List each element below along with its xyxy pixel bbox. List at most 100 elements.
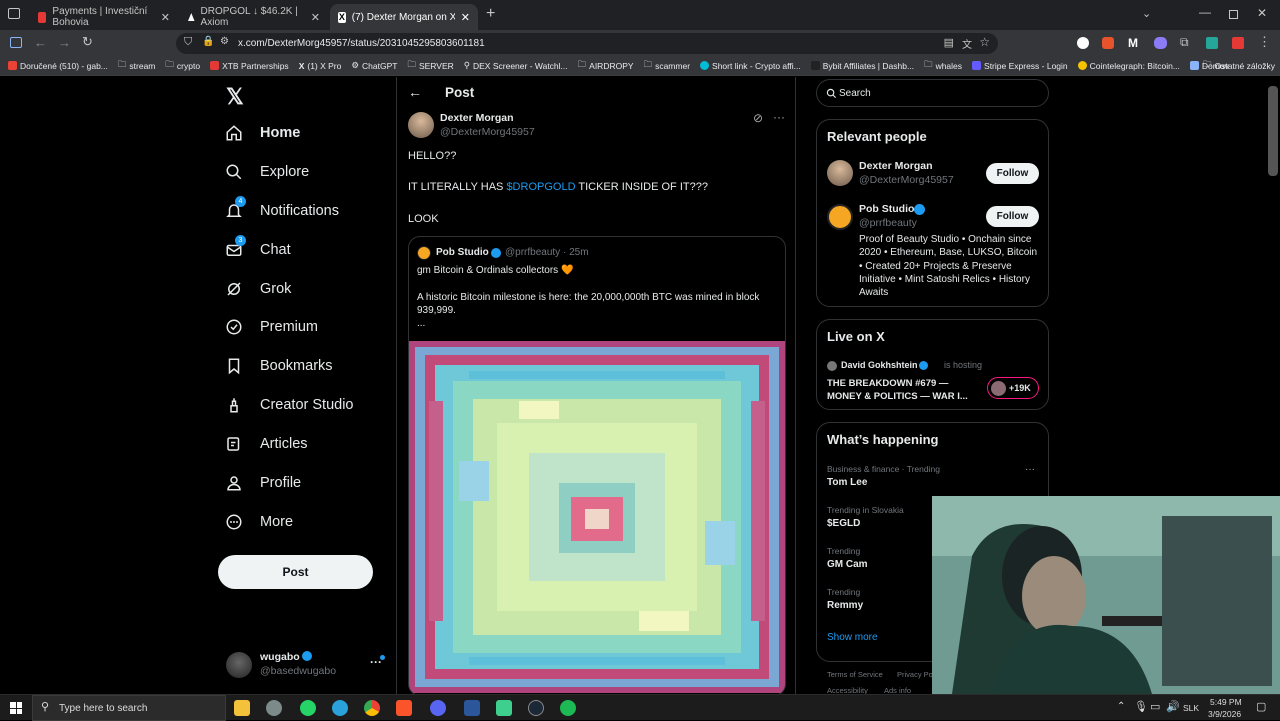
lock-icon[interactable]: 🔒 [202, 36, 214, 47]
page-scrollbar[interactable] [1268, 86, 1278, 176]
trend-menu-icon[interactable]: ··· [1025, 464, 1035, 475]
bookmark-folder[interactable]: 🗀 scammer [644, 59, 690, 73]
post-menu-icon[interactable]: ··· [773, 110, 785, 124]
post-button[interactable]: Post [218, 555, 373, 589]
extensions-puzzle-icon[interactable]: ⧉ [1180, 35, 1189, 50]
author-avatar[interactable] [408, 112, 434, 138]
author-handle[interactable]: @DexterMorg45957 [440, 126, 535, 138]
bookmark-folder[interactable]: 🗀 crypto [165, 59, 200, 73]
close-tab-icon[interactable]: ✕ [461, 11, 470, 24]
person-handle[interactable]: @DexterMorg45957 [859, 174, 954, 186]
bookmark-folder[interactable]: 🗀 stream [118, 59, 156, 73]
nav-premium[interactable]: Premium [224, 317, 318, 337]
tab-x-post[interactable]: X (7) Dexter Morgan on X: "HELLO ✕ [330, 4, 478, 30]
workspaces-icon[interactable] [10, 37, 22, 48]
person-avatar[interactable] [827, 204, 853, 230]
footer-link[interactable]: Privacy Po [897, 670, 933, 679]
bookmark-item[interactable]: Short link - Crypto affi... [700, 61, 801, 71]
close-tab-icon[interactable]: ✕ [161, 11, 170, 24]
bookmark-item[interactable]: ⚲ DEX Screener - Watchl... [464, 60, 568, 71]
tab-dropgol[interactable]: DROPGOL ↓ $46.2K | Axiom ✕ [180, 4, 328, 30]
quoted-post[interactable]: Pob Studio @prrfbeauty · 25m gm Bitcoin … [408, 236, 786, 696]
nav-more[interactable]: More [224, 512, 293, 532]
clock-time[interactable]: 5:49 PM [1210, 697, 1242, 707]
telegram-icon[interactable] [332, 700, 348, 716]
bookmark-folder[interactable]: 🗀 whales [924, 59, 962, 73]
search-box[interactable]: Search [816, 79, 1049, 107]
favorite-star-icon[interactable]: ☆ [979, 35, 990, 49]
nav-creator-studio[interactable]: Creator Studio [224, 395, 354, 415]
follow-button[interactable]: Follow [986, 163, 1039, 184]
spotify-icon[interactable] [560, 700, 576, 716]
clock-date[interactable]: 3/9/2026 [1208, 709, 1241, 719]
bookmark-folder[interactable]: 🗀 AIRDROPY [578, 59, 634, 73]
microphone-icon[interactable]: 🎙 [1134, 700, 1148, 713]
bookmark-item[interactable]: Bybit Affiliates | Dashb... [810, 61, 914, 71]
live-host-name[interactable]: David Gokhshtein [841, 360, 918, 370]
notifications-icon[interactable]: ▢ [1256, 700, 1266, 713]
bookmark-folder[interactable]: 🗀 SERVER [407, 59, 453, 73]
grok-explain-icon[interactable]: ⊘ [753, 111, 763, 125]
nav-profile[interactable]: Profile [224, 473, 301, 493]
extension-icon[interactable] [1102, 37, 1114, 49]
chrome-icon[interactable] [364, 700, 380, 716]
extension-icon[interactable] [1154, 37, 1167, 49]
quote-image[interactable] [409, 341, 785, 693]
brave-icon[interactable] [396, 700, 412, 716]
close-window-button[interactable]: ✕ [1257, 6, 1267, 20]
taskbar-search[interactable]: ⚲ Type here to search [32, 695, 226, 721]
app-icon[interactable] [496, 700, 512, 716]
person-name[interactable]: Pob Studio [859, 203, 914, 215]
new-tab-button[interactable]: + [486, 5, 495, 23]
translate-icon[interactable]: 文 [962, 36, 972, 51]
nav-bookmarks[interactable]: Bookmarks [224, 356, 333, 376]
cashtag-link[interactable]: $DROPGOLD [506, 181, 575, 193]
reader-icon[interactable]: ▤ [944, 36, 954, 49]
show-more-link[interactable]: Show more [827, 632, 878, 643]
person-avatar[interactable] [827, 160, 853, 186]
x-logo-icon[interactable]: 𝕏 [226, 84, 244, 110]
forward-icon[interactable]: → [58, 35, 71, 50]
bookmark-item[interactable]: XTB Partnerships [210, 61, 289, 71]
tray-chevron-icon[interactable]: ⌃ [1117, 701, 1125, 712]
account-switcher[interactable]: wugabo @basedwugabo ··· [224, 648, 386, 682]
tab-menu-icon[interactable] [8, 8, 20, 19]
menu-icon[interactable]: ⋮ [1258, 34, 1271, 50]
other-bookmarks[interactable]: 🗀 Ostatné záložky [1203, 59, 1275, 73]
close-tab-icon[interactable]: ✕ [311, 11, 320, 24]
site-info-icon[interactable]: ⚙ [220, 36, 229, 47]
extension-icon[interactable]: M [1128, 36, 1138, 50]
steam-icon[interactable] [528, 700, 544, 716]
trend-item[interactable]: Trending GM Cam [827, 546, 937, 580]
volume-icon[interactable]: 🔊 [1166, 700, 1180, 713]
tracking-prevention-icon[interactable]: ⛉ [184, 36, 192, 49]
bookmark-item[interactable]: Doručené (510) - gab... [8, 61, 108, 71]
bookmark-item[interactable]: ⚙ ChatGPT [351, 60, 397, 71]
extension-icon[interactable] [1077, 37, 1089, 49]
back-icon[interactable]: ← [34, 35, 47, 50]
person-name[interactable]: Dexter Morgan [859, 160, 933, 172]
trend-item[interactable]: Business & finance · Trending Tom Lee ··… [827, 464, 1039, 498]
live-listeners-pill[interactable]: +19K [987, 377, 1039, 399]
word-icon[interactable] [464, 700, 480, 716]
nav-chat[interactable]: 3 Chat [224, 235, 291, 260]
trend-item[interactable]: Trending Remmy [827, 587, 937, 621]
bookmark-item[interactable]: Cointelegraph: Bitcoin... [1077, 61, 1180, 71]
nav-home[interactable]: Home [224, 123, 300, 143]
address-bar[interactable]: ⛉ 🔒 ⚙ x.com/DexterMorg45957/status/20310… [176, 33, 998, 54]
app-icon[interactable] [266, 700, 282, 716]
nav-grok[interactable]: Grok [224, 279, 291, 299]
discord-icon[interactable] [430, 700, 446, 716]
back-arrow-icon[interactable]: ← [408, 84, 422, 100]
extension-icon[interactable] [1206, 37, 1218, 49]
nav-explore[interactable]: Explore [224, 162, 309, 182]
footer-link[interactable]: Terms of Service [827, 670, 883, 679]
file-explorer-icon[interactable] [234, 700, 250, 716]
tab-search-icon[interactable]: ⌄ [1142, 7, 1151, 20]
trend-item[interactable]: Trending in Slovakia $EGLD [827, 505, 937, 539]
windows-start-icon[interactable] [10, 702, 22, 714]
nav-notifications[interactable]: 4 Notifications [224, 196, 339, 221]
minimize-button[interactable]: — [1199, 5, 1211, 19]
whatsapp-icon[interactable] [300, 700, 316, 716]
bookmark-item[interactable]: X (1) X Pro [299, 61, 342, 71]
